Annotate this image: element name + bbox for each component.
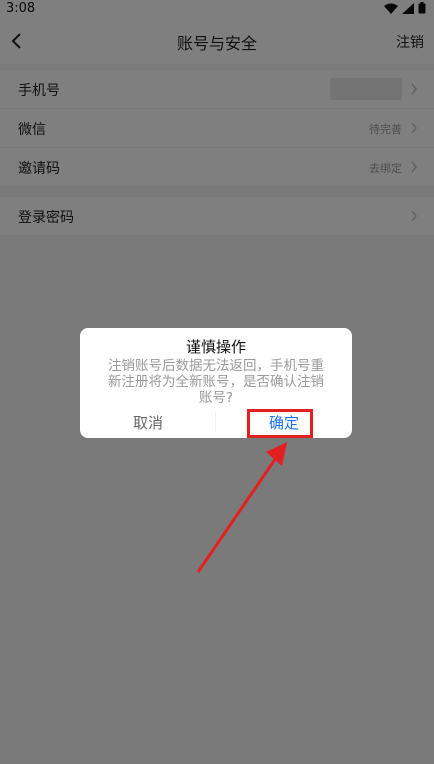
button-divider (215, 412, 216, 432)
dialog-title: 谨慎操作 (185, 338, 246, 356)
dialog-message: 注销账号后数据无法返回，手机号重新注册将为全新账号，是否确认注销账号? (108, 358, 324, 406)
highlight-box (247, 409, 313, 438)
cancel-button[interactable]: 取消 (100, 412, 196, 432)
